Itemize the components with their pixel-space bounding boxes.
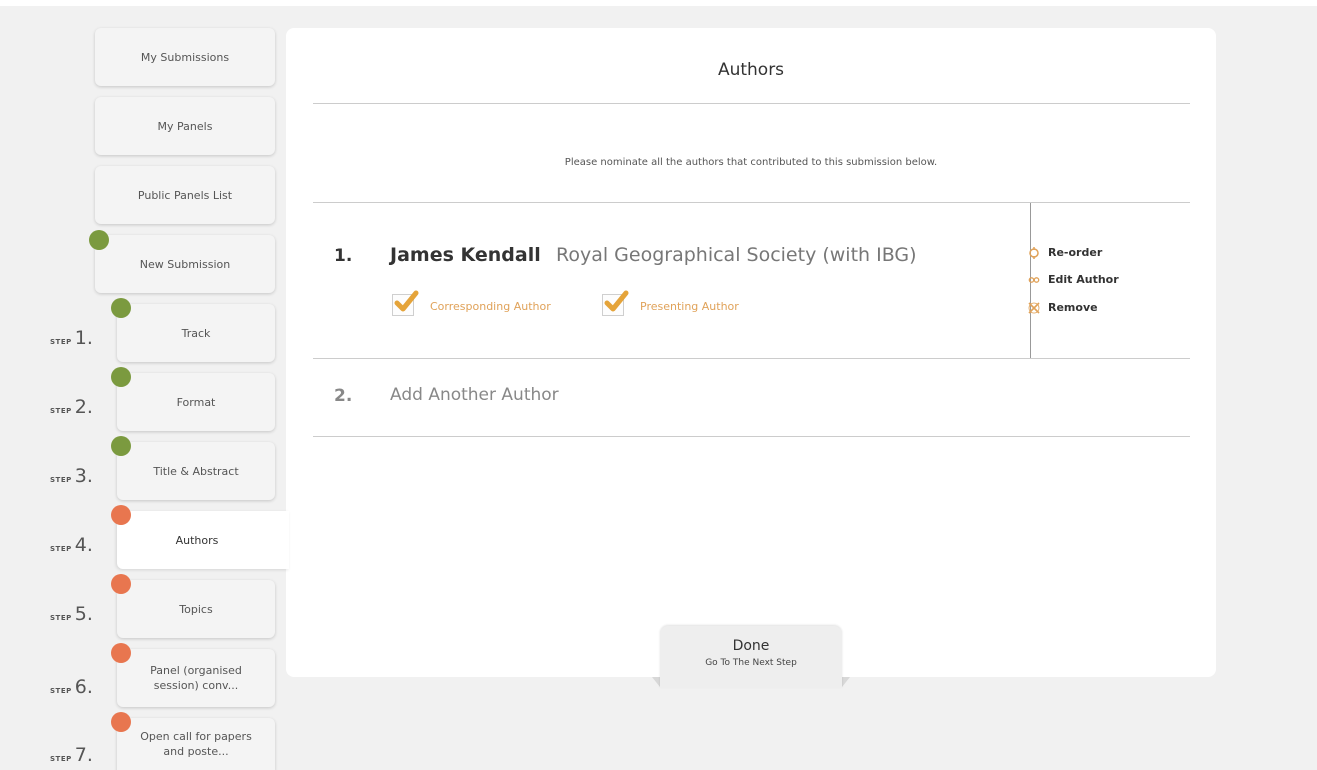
reorder-button[interactable]: Re-order bbox=[1029, 246, 1103, 259]
step-3-label: STEP 3. bbox=[50, 465, 93, 487]
checkmark-icon bbox=[394, 290, 419, 312]
nav-new-submission[interactable]: New Submission bbox=[95, 235, 275, 293]
step-1-label: STEP 1. bbox=[50, 327, 93, 349]
remove-label: Remove bbox=[1048, 301, 1098, 314]
corresponding-author-checkbox[interactable] bbox=[392, 290, 419, 316]
step-6-panel-convenor[interactable]: Panel (organised session) conv... bbox=[117, 649, 275, 707]
remove-icon bbox=[1028, 301, 1040, 314]
edit-author-button[interactable]: Edit Author bbox=[1028, 273, 1119, 286]
edit-author-label: Edit Author bbox=[1048, 273, 1119, 286]
step-4-authors[interactable]: Authors bbox=[117, 511, 289, 569]
authors-panel: Authors Please nominate all the authors … bbox=[286, 28, 1216, 677]
reorder-icon bbox=[1029, 246, 1039, 259]
presenting-author-label[interactable]: Presenting Author bbox=[640, 300, 739, 313]
nav-my-submissions-label: My Submissions bbox=[140, 50, 230, 64]
add-another-author-link[interactable]: Add Another Author bbox=[390, 385, 559, 405]
done-label: Done bbox=[732, 638, 770, 654]
step-5-status-dot bbox=[111, 574, 131, 594]
author-1-divider bbox=[313, 358, 1190, 359]
step-3-status-dot bbox=[111, 436, 131, 456]
step-7-label-line-2: and poste... bbox=[163, 745, 229, 758]
nav-my-panels-label: My Panels bbox=[157, 119, 213, 133]
step-7-open-call[interactable]: Open call for papers and poste... bbox=[117, 718, 275, 770]
done-tab-left-ear bbox=[652, 677, 660, 687]
step-word: STEP bbox=[50, 407, 72, 415]
step-4-label: STEP 4. bbox=[50, 534, 93, 556]
corresponding-author-label[interactable]: Corresponding Author bbox=[430, 300, 551, 313]
step-number: 2. bbox=[74, 396, 93, 418]
intro-text: Please nominate all the authors that con… bbox=[564, 157, 938, 168]
add-author-divider bbox=[313, 436, 1190, 437]
step-word: STEP bbox=[50, 755, 72, 763]
done-sublabel: Go To The Next Step bbox=[705, 658, 797, 668]
page-title: Authors bbox=[717, 60, 785, 80]
step-4-authors-label: Authors bbox=[175, 533, 219, 547]
step-5-topics[interactable]: Topics bbox=[117, 580, 275, 638]
step-2-format-label: Format bbox=[176, 395, 216, 409]
title-divider bbox=[313, 103, 1190, 104]
intro-divider bbox=[313, 202, 1190, 203]
presenting-author-checkbox[interactable] bbox=[602, 290, 629, 316]
reorder-label: Re-order bbox=[1048, 246, 1103, 259]
step-1-track[interactable]: Track bbox=[117, 304, 275, 362]
step-7-label: STEP 7. bbox=[50, 744, 93, 766]
done-button[interactable]: Done Go To The Next Step bbox=[660, 626, 842, 688]
step-2-status-dot bbox=[111, 367, 131, 387]
step-5-topics-label: Topics bbox=[179, 602, 213, 616]
top-strip bbox=[0, 0, 1317, 6]
step-5-label: STEP 5. bbox=[50, 603, 93, 625]
step-word: STEP bbox=[50, 338, 72, 346]
add-author-number: 2. bbox=[334, 386, 353, 406]
step-number: 6. bbox=[74, 676, 93, 698]
nav-public-panels-label: Public Panels List bbox=[137, 188, 233, 202]
author-1-number: 1. bbox=[334, 246, 353, 266]
step-7-status-dot bbox=[111, 712, 131, 732]
step-1-track-label: Track bbox=[181, 326, 211, 340]
step-number: 1. bbox=[74, 327, 93, 349]
step-word: STEP bbox=[50, 614, 72, 622]
step-number: 5. bbox=[74, 603, 93, 625]
step-4-status-dot bbox=[111, 505, 131, 525]
done-tab-right-ear bbox=[842, 677, 850, 687]
step-2-label: STEP 2. bbox=[50, 396, 93, 418]
checkmark-icon bbox=[604, 290, 629, 312]
step-6-label: STEP 6. bbox=[50, 676, 93, 698]
step-3-title-abstract-label: Title & Abstract bbox=[153, 464, 239, 478]
step-6-label-line-1: Panel (organised bbox=[150, 664, 242, 677]
step-word: STEP bbox=[50, 476, 72, 484]
nav-new-submission-label: New Submission bbox=[139, 257, 231, 271]
step-6-status-dot bbox=[111, 643, 131, 663]
step-1-status-dot bbox=[111, 298, 131, 318]
nav-my-submissions[interactable]: My Submissions bbox=[95, 28, 275, 86]
nav-my-panels[interactable]: My Panels bbox=[95, 97, 275, 155]
step-7-label-line-1: Open call for papers bbox=[140, 730, 252, 743]
step-3-title-abstract[interactable]: Title & Abstract bbox=[117, 442, 275, 500]
step-word: STEP bbox=[50, 545, 72, 553]
step-number: 4. bbox=[74, 534, 93, 556]
author-1-name: James Kendall bbox=[390, 244, 541, 266]
step-number: 7. bbox=[74, 744, 93, 766]
step-6-label-line-2: session) conv... bbox=[153, 679, 239, 692]
step-word: STEP bbox=[50, 687, 72, 695]
edit-author-icon bbox=[1028, 276, 1040, 283]
author-1-organisation: Royal Geographical Society (with IBG) bbox=[556, 244, 917, 266]
remove-button[interactable]: Remove bbox=[1028, 301, 1098, 314]
step-2-format[interactable]: Format bbox=[117, 373, 275, 431]
step-number: 3. bbox=[74, 465, 93, 487]
new-submission-status-dot bbox=[89, 230, 109, 250]
nav-public-panels-list[interactable]: Public Panels List bbox=[95, 166, 275, 224]
